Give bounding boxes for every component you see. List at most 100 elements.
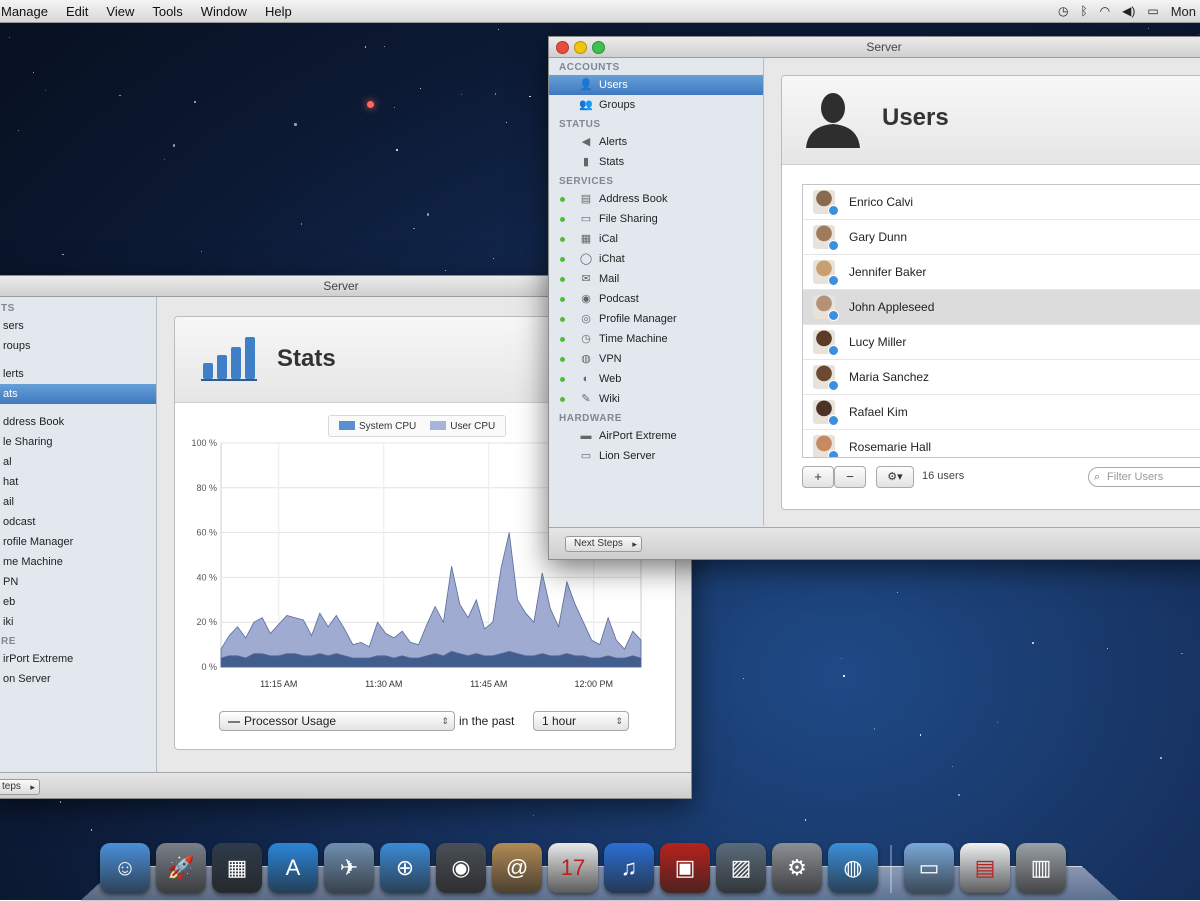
user-row[interactable]: Jennifer Baker [803, 255, 1200, 290]
account-badge-icon [828, 415, 839, 426]
user-row[interactable]: Rosemarie Hall [803, 430, 1200, 457]
sidebar-item[interactable]: irPort Extreme [0, 649, 156, 669]
sidebar-section-header: HARDWARE [549, 409, 763, 426]
service-running-dot [560, 337, 565, 342]
menu-manage[interactable]: Manage [0, 4, 57, 19]
sidebar-item[interactable]: ail [0, 492, 156, 512]
dock-finder-icon[interactable]: ☺ [100, 843, 150, 893]
menu-help[interactable]: Help [256, 4, 301, 19]
sidebar-item[interactable]: eb [0, 592, 156, 612]
star [492, 258, 495, 260]
bluetooth-icon[interactable]: ᛒ [1080, 4, 1087, 18]
star [9, 37, 11, 39]
sidebar-label: SERVICES [559, 176, 614, 187]
sidebar-item[interactable]: iki [0, 612, 156, 632]
stats-chart-icon [201, 337, 257, 381]
sidebar-item[interactable]: ◎ Profile Manager [549, 309, 763, 329]
sidebar-item[interactable]: ◷ Time Machine [549, 329, 763, 349]
sidebar-item[interactable]: odcast [0, 512, 156, 532]
sidebar-item[interactable]: le Sharing [0, 432, 156, 452]
sidebar-item[interactable]: ◉ Podcast [549, 289, 763, 309]
sidebar-item[interactable]: rofile Manager [0, 532, 156, 552]
user-row[interactable]: John Appleseed [803, 290, 1200, 325]
sidebar-item[interactable]: hat [0, 472, 156, 492]
sidebar-item[interactable]: ✉ Mail [549, 269, 763, 289]
sidebar-item[interactable]: on Server [0, 669, 156, 689]
account-badge-icon [828, 310, 839, 321]
user-list: Enrico Calvi Gary Dunn Jennifer Baker John … [802, 184, 1200, 458]
sidebar-item[interactable]: ▭ Lion Server [549, 446, 763, 466]
dock-mission-control-icon[interactable]: ▦ [212, 843, 262, 893]
next-steps-button[interactable]: Next Steps ▸ [565, 536, 642, 552]
sidebar-item[interactable]: lerts [0, 364, 156, 384]
remove-user-button[interactable]: − [834, 466, 866, 488]
user-row[interactable]: Rafael Kim [803, 395, 1200, 430]
sidebar-item[interactable]: PN [0, 572, 156, 592]
dock-preview-icon[interactable]: ✈ [324, 843, 374, 893]
sidebar-item[interactable]: 👤 Users [549, 75, 763, 95]
dock-app-store-icon[interactable]: A [268, 843, 318, 893]
dock-address-book-icon[interactable]: @ [492, 843, 542, 893]
sidebar-item[interactable]: ◀ Alerts [549, 132, 763, 152]
close-button[interactable] [556, 41, 569, 54]
sidebar-label: VPN [599, 353, 622, 365]
dock-system-preferences-icon[interactable]: ⚙ [772, 843, 822, 893]
dock-document-icon[interactable]: ▤ [960, 843, 1010, 893]
sidebar-item[interactable]: ddress Book [0, 412, 156, 432]
sidebar-item[interactable]: ◍ VPN [549, 349, 763, 369]
volume-icon[interactable]: ◀) [1122, 4, 1135, 18]
sidebar-item[interactable]: ▤ Address Book [549, 189, 763, 209]
users-window-titlebar[interactable]: Server [549, 37, 1200, 58]
sidebar-label: roups [3, 340, 31, 352]
sidebar-item[interactable]: ◯ iChat [549, 249, 763, 269]
menu-edit[interactable]: Edit [57, 4, 97, 19]
star [62, 254, 64, 256]
minimize-button[interactable] [574, 41, 587, 54]
sidebar-item[interactable]: sers [0, 316, 156, 336]
range-select[interactable]: 1 hour ⇕ [533, 711, 629, 731]
filter-users-field[interactable]: ⌕ Filter Users [1088, 467, 1200, 487]
dock-server-icon[interactable]: ◍ [828, 843, 878, 893]
sidebar-item[interactable]: ◐ Web [549, 369, 763, 389]
dock-safari-icon[interactable]: ⊕ [380, 843, 430, 893]
battery-icon[interactable]: ▭ [1147, 4, 1158, 18]
menu-window[interactable]: Window [192, 4, 256, 19]
menu-view[interactable]: View [97, 4, 143, 19]
sidebar-item[interactable]: 👥 Groups [549, 95, 763, 115]
dock-photo-booth-icon[interactable]: ▣ [660, 843, 710, 893]
sidebar-label: al [3, 456, 12, 468]
dock-ical-icon[interactable]: 17 [548, 843, 598, 893]
user-row[interactable]: Lucy Miller [803, 325, 1200, 360]
x-tick-label: 11:45 AM [470, 679, 507, 689]
sidebar-item[interactable]: roups [0, 336, 156, 356]
dock-trash-icon[interactable]: ▥ [1016, 843, 1066, 893]
dock-itunes-icon[interactable]: ♫ [604, 843, 654, 893]
metric-select[interactable]: Processor Usage ⇕ [219, 711, 455, 731]
sidebar-item[interactable]: ▭ File Sharing [549, 209, 763, 229]
user-row[interactable]: Maria Sanchez [803, 360, 1200, 395]
sidebar-item[interactable]: ▬ AirPort Extreme [549, 426, 763, 446]
next-steps-button[interactable]: teps ▸ [0, 779, 40, 795]
gear-menu-button[interactable]: ⚙▾ [876, 466, 914, 488]
sidebar-item[interactable]: ▮ Stats [549, 152, 763, 172]
dock-applications-folder-icon[interactable]: ▭ [904, 843, 954, 893]
user-row[interactable]: Enrico Calvi [803, 185, 1200, 220]
dock-iphoto-icon[interactable]: ▨ [716, 843, 766, 893]
sidebar-item[interactable]: ats [0, 384, 156, 404]
time-machine-status-icon[interactable]: ◷ [1058, 4, 1068, 18]
service-running-dot [560, 297, 565, 302]
sidebar-item[interactable]: ✎ Wiki [549, 389, 763, 409]
star [413, 227, 415, 229]
sidebar-item[interactable]: ▦ iCal [549, 229, 763, 249]
dock-facetime-icon[interactable]: ◉ [436, 843, 486, 893]
add-user-button[interactable]: + [802, 466, 834, 488]
sidebar-item[interactable]: al [0, 452, 156, 472]
user-row[interactable]: Gary Dunn [803, 220, 1200, 255]
wifi-icon[interactable]: ◠ [1100, 4, 1110, 18]
clock-text[interactable]: Mon [1171, 4, 1196, 19]
sidebar-item[interactable]: me Machine [0, 552, 156, 572]
menu-tools[interactable]: Tools [143, 4, 191, 19]
zoom-button[interactable] [592, 41, 605, 54]
dock-launchpad-icon[interactable]: 🚀 [156, 843, 206, 893]
